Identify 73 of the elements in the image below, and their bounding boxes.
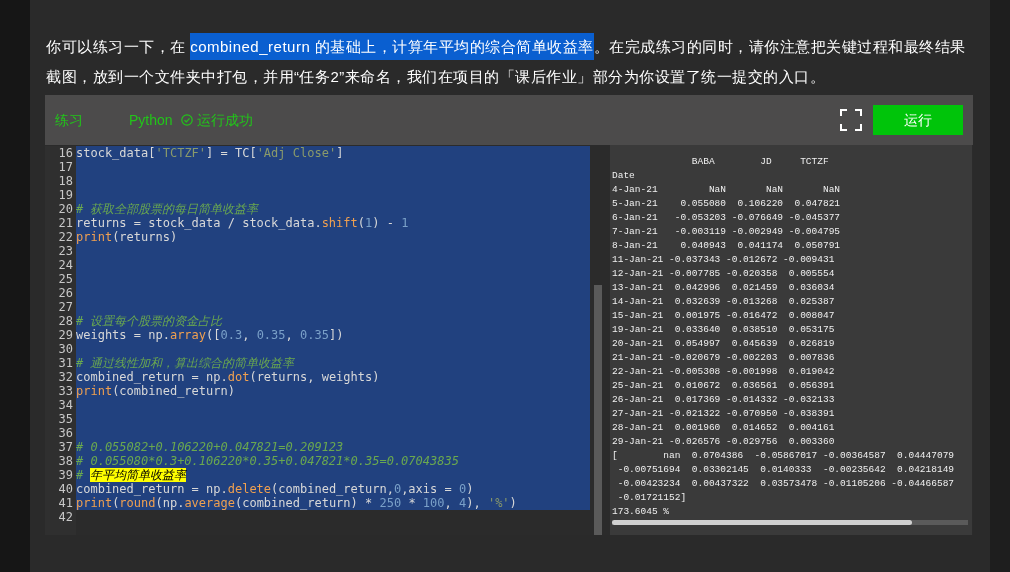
language-label: Python bbox=[129, 110, 173, 130]
code-line: combined_return = np.dot(returns, weights) bbox=[76, 370, 380, 384]
output-line: 6-Jan-21 -0.053203 -0.076649 -0.045377 bbox=[612, 211, 841, 225]
line-number: 30 bbox=[57, 342, 74, 356]
line-number: 19 bbox=[57, 188, 74, 202]
code-comment: # 获取全部股票的每日简单收益率 bbox=[76, 202, 259, 216]
instruction-paragraph: 你可以练习一下，在 combined_return 的基础上，计算年平均的综合简单收益率。在完成练习的同时，请你注意把关键过程和最终结果截图，放到一个文件夹中打包，并用“任务2”来命名，我们在项目的「课后作业」部分为你设置了统一提交的入口。 bbox=[45, 32, 975, 92]
line-number: 20 bbox=[57, 202, 74, 216]
line-number: 26 bbox=[57, 286, 74, 300]
line-number: 32 bbox=[57, 370, 74, 384]
fullscreen-icon[interactable] bbox=[840, 109, 862, 131]
code-line: combined_return = np.delete(combined_return,0,axis = 0) bbox=[76, 482, 474, 496]
line-number: 42 bbox=[57, 510, 74, 524]
output-line: 5-Jan-21 0.055080 0.106220 0.047821 bbox=[612, 197, 841, 211]
line-number: 33 bbox=[57, 384, 74, 398]
line-number: 23 bbox=[57, 244, 74, 258]
code-comment: # 设置每个股票的资金占比 bbox=[76, 314, 223, 328]
output-line: [ nan 0.0704386 -0.05867017 -0.00364587 0.04447079 bbox=[612, 449, 955, 463]
line-number: 28 bbox=[57, 314, 74, 328]
output-line: Date bbox=[612, 169, 635, 183]
line-number: 35 bbox=[57, 412, 74, 426]
output-line: BABA JD TCTZF bbox=[690, 155, 829, 169]
output-line: 21-Jan-21 -0.020679 -0.002203 0.007836 bbox=[612, 351, 835, 365]
line-number: 17 bbox=[57, 160, 74, 174]
line-number: 24 bbox=[57, 258, 74, 272]
code-line: returns = stock_data / stock_data.shift(1) - 1 bbox=[76, 216, 409, 230]
run-status: 运行成功 bbox=[196, 110, 253, 130]
output-line: 13-Jan-21 0.042996 0.021459 0.036034 bbox=[612, 281, 835, 295]
line-number: 27 bbox=[57, 300, 74, 314]
line-number: 22 bbox=[57, 230, 74, 244]
line-number: 31 bbox=[57, 356, 74, 370]
output-line: 12-Jan-21 -0.007785 -0.020358 0.005554 bbox=[612, 267, 835, 281]
run-button[interactable]: 运行 bbox=[873, 105, 963, 135]
practice-tab[interactable]: 练习 bbox=[55, 109, 83, 131]
line-number: 40 bbox=[57, 482, 74, 496]
output-line: 11-Jan-21 -0.037343 -0.012672 -0.009431 bbox=[612, 253, 835, 267]
line-number: 36 bbox=[57, 426, 74, 440]
line-number: 29 bbox=[57, 328, 74, 342]
code-comment: # 通过线性加和，算出综合的简单收益率 bbox=[76, 356, 295, 370]
output-line: 27-Jan-21 -0.021322 -0.070950 -0.038391 bbox=[612, 407, 835, 421]
line-number: 37 bbox=[57, 440, 74, 454]
output-line: 19-Jan-21 0.033640 0.038510 0.053175 bbox=[612, 323, 835, 337]
output-line: 25-Jan-21 0.010672 0.036561 0.056391 bbox=[612, 379, 835, 393]
output-line: -0.01721152] bbox=[616, 491, 687, 505]
code-line: print(round(np.average(combined_return) * 250 * 100, 4), '%') bbox=[76, 496, 517, 510]
check-circle-icon bbox=[180, 114, 193, 126]
code-line: print(combined_return) bbox=[76, 384, 235, 398]
output-line: 20-Jan-21 0.054997 0.045639 0.026819 bbox=[612, 337, 835, 351]
output-line: 26-Jan-21 0.017369 -0.014332 -0.032133 bbox=[612, 393, 835, 407]
output-line: 29-Jan-21 -0.026576 -0.029756 0.003360 bbox=[612, 435, 835, 449]
output-line: 15-Jan-21 0.001975 -0.016472 0.008047 bbox=[612, 309, 835, 323]
line-number: 25 bbox=[57, 272, 74, 286]
output-line: 173.6045 % bbox=[612, 505, 669, 519]
output-line: -0.00423234 0.00437322 0.03573478 -0.01105206 -0.04466587 bbox=[616, 477, 955, 491]
output-line: 4-Jan-21 NaN NaN NaN bbox=[612, 183, 841, 197]
line-number: 41 bbox=[57, 496, 74, 510]
output-line: 28-Jan-21 0.001960 0.014652 0.004161 bbox=[612, 421, 835, 435]
code-line: weights = np.array([0.3, 0.35, 0.35]) bbox=[76, 328, 344, 342]
code-comment: # 0.055082+0.106220+0.047821=0.209123 bbox=[76, 440, 344, 454]
line-number: 16 bbox=[57, 146, 74, 160]
output-line: 7-Jan-21 -0.003119 -0.002949 -0.004795 bbox=[612, 225, 841, 239]
line-number: 21 bbox=[57, 216, 74, 230]
line-number: 39 bbox=[57, 468, 74, 482]
line-number: 34 bbox=[57, 398, 74, 412]
code-line: stock_data['TCTZF'] = TC['Adj Close'] bbox=[76, 146, 344, 160]
line-number: 38 bbox=[57, 454, 74, 468]
output-line: 22-Jan-21 -0.005308 -0.001998 0.019042 bbox=[612, 365, 835, 379]
code-comment: # 0.055080*0.3+0.106220*0.35+0.047821*0.35=0.07043835 bbox=[76, 454, 459, 468]
output-line: 14-Jan-21 0.032639 -0.013268 0.025387 bbox=[612, 295, 835, 309]
line-number: 18 bbox=[57, 174, 74, 188]
output-line: 8-Jan-21 0.040943 0.041174 0.050791 bbox=[612, 239, 841, 253]
output-line: -0.00751694 0.03302145 0.0140333 -0.00235642 0.04218149 bbox=[616, 463, 955, 477]
code-line: print(returns) bbox=[76, 230, 178, 244]
